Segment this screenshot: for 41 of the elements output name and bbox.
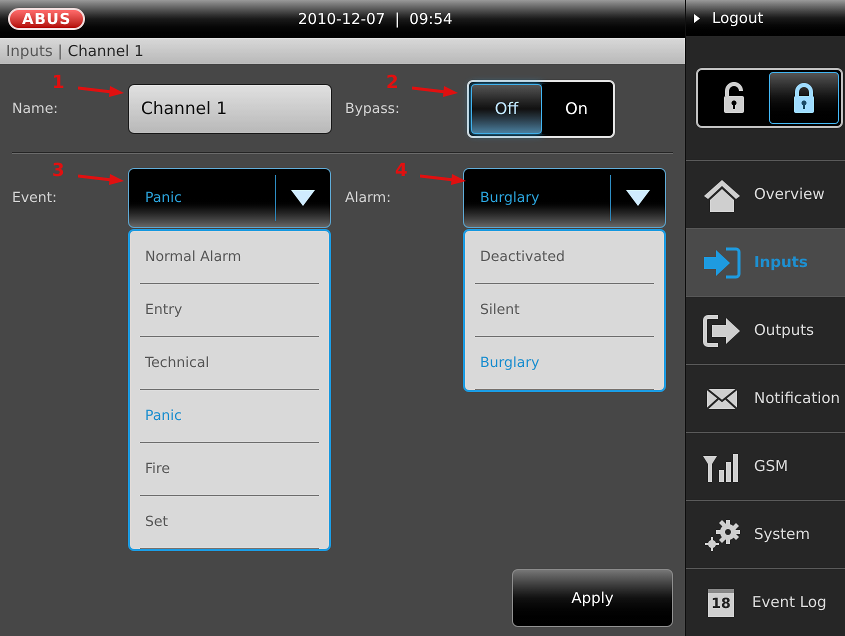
- annotation-arrow: [78, 172, 124, 186]
- annotation-number: 1: [52, 74, 65, 92]
- annotation-arrow: [412, 84, 458, 98]
- calendar-icon: 18: [708, 588, 734, 616]
- dropdown-option[interactable]: Fire: [140, 443, 319, 496]
- breadcrumb-current: Channel 1: [68, 40, 144, 62]
- enter-arrow-icon: [702, 246, 742, 280]
- annotation-number: 2: [386, 74, 399, 92]
- apply-button[interactable]: Apply: [512, 569, 673, 627]
- field-label: Event:: [12, 188, 57, 208]
- house-icon: [702, 178, 742, 212]
- date-time: 2010-12-07 | 09:54: [298, 8, 453, 30]
- dropdown-option[interactable]: Set: [140, 496, 319, 549]
- field-label: Alarm:: [345, 188, 391, 208]
- annotation-arrow: [420, 172, 466, 186]
- dropdown-option[interactable]: Technical: [140, 337, 319, 390]
- annotation-number: 4: [395, 162, 408, 180]
- gears-icon: [702, 518, 742, 552]
- annotation-arrow: [78, 84, 124, 98]
- annotation-number: 3: [52, 162, 65, 180]
- alarm-dropdown[interactable]: Burglary: [463, 168, 666, 228]
- caret-icon: [291, 190, 315, 206]
- breadcrumb-separator: |: [58, 40, 63, 62]
- dropdown-option[interactable]: Entry: [140, 284, 319, 337]
- breadcrumb-link[interactable]: Inputs: [6, 40, 53, 62]
- dropdown-value: Panic: [144, 188, 183, 208]
- field-label: Name:: [12, 100, 60, 118]
- dropdown-value: Burglary: [479, 188, 540, 208]
- toggle-option[interactable]: Off: [471, 84, 542, 134]
- logout-link[interactable]: Logout: [712, 6, 764, 30]
- dropdown-option[interactable]: Deactivated: [475, 231, 654, 284]
- name-input[interactable]: Channel 1: [128, 84, 332, 134]
- lock-option[interactable]: [768, 72, 839, 124]
- dropdown-option[interactable]: Silent: [475, 284, 654, 337]
- dropdown-option[interactable]: Normal Alarm: [140, 231, 319, 284]
- exit-arrow-icon: [702, 314, 742, 348]
- triangle-icon: [694, 14, 700, 23]
- logo: ABUS: [8, 8, 86, 30]
- caret-icon: [626, 190, 650, 206]
- event-dropdown[interactable]: Panic: [128, 168, 331, 228]
- field-label: Bypass:: [345, 100, 401, 118]
